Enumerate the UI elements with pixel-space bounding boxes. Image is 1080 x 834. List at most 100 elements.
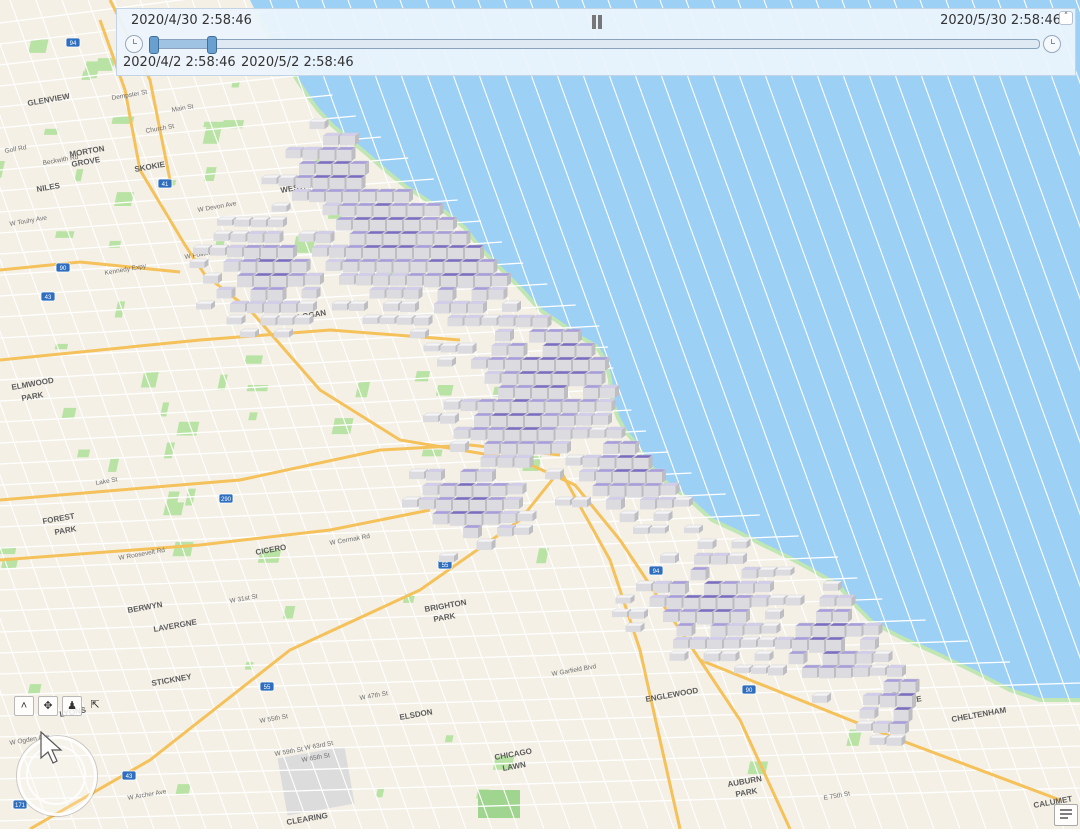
extrusion-cell-front [336,150,352,162]
extrusion-cell-front [545,472,560,480]
extrusion-cell-front [511,402,527,415]
extrusion-cell-front [410,332,425,339]
time-slider[interactable]: 2020/4/30 2:58:46 2020/5/30 2:58:46 2020… [116,8,1076,76]
extrusion-cell-front [346,248,361,259]
extrusion-cell-front [471,290,487,301]
extrusion-cell-front [856,724,871,732]
extrusion-cell-front [731,542,747,549]
extrusion-cell-front [427,262,443,275]
pause-icon[interactable] [589,14,605,31]
extrusion-cell-front [724,640,739,649]
extrusion-cell-front [230,234,246,243]
clock-end-icon[interactable] [1043,35,1061,53]
extrusion-cell-front [193,248,208,254]
extrusion-cell-front [423,416,438,423]
extrusion-cell-front [860,640,875,650]
extrusion-cell-front [240,332,255,338]
navigator-arrow-icon[interactable] [38,730,64,766]
extrusion-cell-front [424,276,439,288]
extrusion-cell-front [626,486,642,498]
extrusion-cell-front [278,178,294,187]
extrusion-cell-front [386,290,402,299]
extrusion-cell-front [497,528,512,537]
extrusion-cell-front [369,290,385,299]
extrusion-cell-front [438,220,453,230]
extrusion-cell-front [480,458,496,468]
extrusion-cell-front [660,556,675,564]
extrusion-cell-front [606,500,621,510]
map-canvas[interactable]: GLENVIEWMORTONGROVESKOKIENILESALBANYPARK… [0,0,1080,831]
extrusion-cell-front [697,542,713,550]
extrusion-cell-front [545,402,561,414]
extrusion-cell-front [758,570,774,578]
legend-icon[interactable] [1054,804,1078,826]
extrusion-cell-front [484,374,500,384]
extrusion-cell-front [251,220,266,228]
extrusion-cell-front [413,318,429,326]
extrusion-cell-front [295,178,311,188]
extrusion-cell-front [468,304,483,314]
expand-icon[interactable]: ⇱ [86,696,104,714]
extrusion-cell-front [592,486,608,497]
extrusion-cell-front [576,346,592,358]
extrusion-cell-front [336,220,351,231]
extrusion-cell-front [487,500,502,511]
extrusion-cell-front [507,486,523,495]
time-slider-start-handle[interactable] [149,36,159,54]
extrusion-cell-front [414,248,429,259]
extrusion-cell-front [349,304,364,311]
time-slider-range [151,40,214,48]
extrusion-cell-front [620,444,635,455]
extrusion-cell-front [744,626,760,635]
extrusion-cell-front [400,234,416,247]
chevron-up-icon[interactable]: ˄ [14,696,34,716]
pan-icon[interactable]: ✥ [38,696,58,716]
extrusion-cell-front [492,276,507,287]
extrusion-cell-front [343,192,358,203]
extrusion-cell-front [710,626,726,637]
extrusion-cell-front [393,262,409,273]
extrusion-cell-front [552,444,567,454]
extrusion-cell-front [309,192,324,203]
extrusion-cell-front [380,248,395,261]
time-slider-end-handle[interactable] [207,36,218,54]
extrusion-cell-front [305,276,320,285]
extrusion-cell-front [432,514,448,525]
extrusion-cell-front [802,668,817,678]
time-slider-track[interactable] [149,36,1040,54]
extrusion-cell-front [285,150,301,159]
park [203,121,225,128]
extrusion-cell-front [606,430,622,439]
extrusion-cell-front [583,388,598,399]
extrusion-cell-front [451,234,467,246]
walk-icon[interactable]: ♟ [62,696,82,716]
extrusion-cell-front [281,304,296,313]
extrusion-cell-front [856,654,872,664]
extrusion-cell-front [376,262,392,274]
extrusion-cell-front [323,136,338,146]
extrusion-cell-front [521,430,537,443]
extrusion-cell-front [402,500,417,508]
extrusion-cell-front [261,248,276,260]
extrusion-cell-front [437,290,453,301]
extrusion-cell-front [230,304,245,313]
extrusion-cell-front [697,612,712,625]
park [444,735,454,743]
map-view[interactable]: GLENVIEWMORTONGROVESKOKIENILESALBANYPARK… [0,0,1080,831]
extrusion-cell-front [439,556,454,563]
extrusion-cell-front [350,164,365,176]
extrusion-cell-front [189,262,205,268]
extrusion-cell-front [291,262,307,273]
extrusion-cell-front [629,612,644,619]
extrusion-cell-front [569,374,585,387]
extrusion-cell-front [775,570,791,576]
extrusion-cell-front [795,626,811,637]
extrusion-cell-front [260,318,276,326]
extrusion-cell-front [396,318,412,325]
park [175,784,191,796]
extrusion-cell-front [483,514,499,525]
chevron-up-icon[interactable]: ˄ [1059,11,1073,25]
extrusion-cell-front [707,640,722,650]
extrusion-cell-front [887,668,902,677]
clock-icon[interactable] [125,35,143,53]
